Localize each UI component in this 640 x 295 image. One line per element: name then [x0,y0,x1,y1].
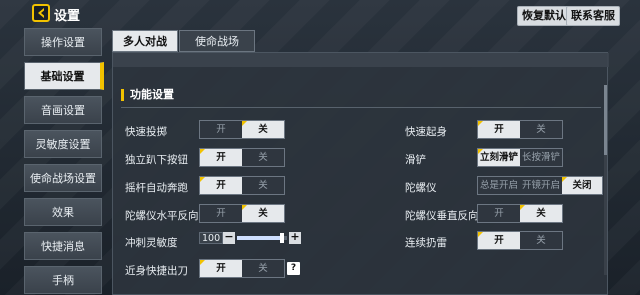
prone-button-toggle: 开 关 [199,148,285,167]
gyro-vertical-toggle: 开 关 [477,204,563,223]
gyro-horizontal-toggle: 开 关 [199,204,285,223]
gyro-horizontal-off[interactable]: 关 [242,205,284,222]
header: 设置 恢复默认 联系客服 [0,0,640,30]
section-divider [121,107,601,108]
gyro-vertical-off[interactable]: 关 [520,205,562,222]
gyroscope-toggle: 总是开启 开镜开启 关闭 [477,176,603,195]
slide-label: 滑铲 [405,154,426,166]
scrollbar[interactable] [604,85,607,275]
contact-support-button[interactable]: 联系客服 [566,6,620,26]
prone-button-off[interactable]: 关 [242,149,284,166]
sidebar-item-audio-video[interactable]: 音画设置 [24,96,102,124]
joystick-sprint-on[interactable]: 开 [200,177,242,194]
prone-button-on[interactable]: 开 [200,149,242,166]
sidebar-item-controller[interactable]: 手柄 [24,266,102,294]
prone-button-label: 独立趴下按钮 [125,154,188,166]
sprint-sensitivity-minus-button[interactable]: − [223,231,235,244]
section-title: 功能设置 [121,89,174,101]
gyroscope-label: 陀螺仪 [405,182,437,194]
settings-panel: 功能设置 快速投掷 开 关 独立趴下按钮 开 关 摇杆自动奔跑 开 关 陀螺仪水… [112,52,609,295]
joystick-sprint-label: 摇杆自动奔跑 [125,182,188,194]
slide-instant[interactable]: 立刻滑铲 [478,149,520,166]
gyro-vertical-label: 陀螺仪垂直反向 [405,210,479,222]
melee-blade-on[interactable]: 开 [200,260,242,277]
sprint-sensitivity-slider[interactable] [237,233,287,243]
gyro-vertical-on[interactable]: 开 [478,205,520,222]
tab-battle-royale[interactable]: 使命战场 [179,30,255,52]
sidebar-item-quick-messages[interactable]: 快捷消息 [24,232,102,260]
melee-blade-label: 近身快捷出刀 [125,265,188,277]
sidebar-item-basic[interactable]: 基础设置 [24,62,104,90]
sprint-sensitivity-thumb[interactable] [280,233,284,243]
quick-rise-label: 快速起身 [405,126,447,138]
joystick-sprint-off[interactable]: 关 [242,177,284,194]
gyroscope-scope[interactable]: 开镜开启 [520,177,562,194]
sidebar-item-controls[interactable]: 操作设置 [24,28,102,56]
page-title: 设置 [54,9,81,24]
sidebar-item-sensitivity[interactable]: 灵敏度设置 [24,130,102,158]
back-arrow-icon [38,8,44,18]
melee-blade-help-icon[interactable]: ? [287,262,300,275]
sidebar-item-effects[interactable]: 效果 [24,198,102,226]
sidebar-item-battle-royale[interactable]: 使命战场设置 [24,164,102,192]
restore-default-button[interactable]: 恢复默认 [517,6,571,26]
sidebar: 操作设置 基础设置 音画设置 灵敏度设置 使命战场设置 效果 快捷消息 手柄 [24,28,106,295]
tab-multiplayer[interactable]: 多人对战 [112,30,178,52]
gyroscope-off[interactable]: 关闭 [562,177,602,194]
scrolled-row [113,53,609,67]
sprint-sensitivity-label: 冲刺灵敏度 [125,237,178,249]
continuous-grenade-on[interactable]: 开 [478,232,520,249]
gyro-horizontal-label: 陀螺仪水平反向 [125,210,199,222]
slide-hold[interactable]: 长按滑铲 [520,149,562,166]
quick-throw-off[interactable]: 关 [242,121,284,138]
quick-rise-toggle: 开 关 [477,120,563,139]
gyro-horizontal-on[interactable]: 开 [200,205,242,222]
melee-blade-toggle: 开 关 [199,259,285,278]
quick-throw-on[interactable]: 开 [200,121,242,138]
quick-throw-label: 快速投掷 [125,126,167,138]
continuous-grenade-off[interactable]: 关 [520,232,562,249]
quick-throw-toggle: 开 关 [199,120,285,139]
gyroscope-always[interactable]: 总是开启 [478,177,520,194]
continuous-grenade-label: 连续扔雷 [405,237,447,249]
sprint-sensitivity-value: 100 [199,232,224,244]
continuous-grenade-toggle: 开 关 [477,231,563,250]
sprint-sensitivity-plus-button[interactable]: + [289,231,301,244]
melee-blade-off[interactable]: 关 [242,260,284,277]
quick-rise-on[interactable]: 开 [478,121,520,138]
scrollbar-thumb[interactable] [604,85,607,155]
slide-toggle: 立刻滑铲 长按滑铲 [477,148,563,167]
back-button[interactable] [32,4,50,22]
joystick-sprint-toggle: 开 关 [199,176,285,195]
quick-rise-off[interactable]: 关 [520,121,562,138]
sprint-sensitivity-fill [237,236,282,240]
